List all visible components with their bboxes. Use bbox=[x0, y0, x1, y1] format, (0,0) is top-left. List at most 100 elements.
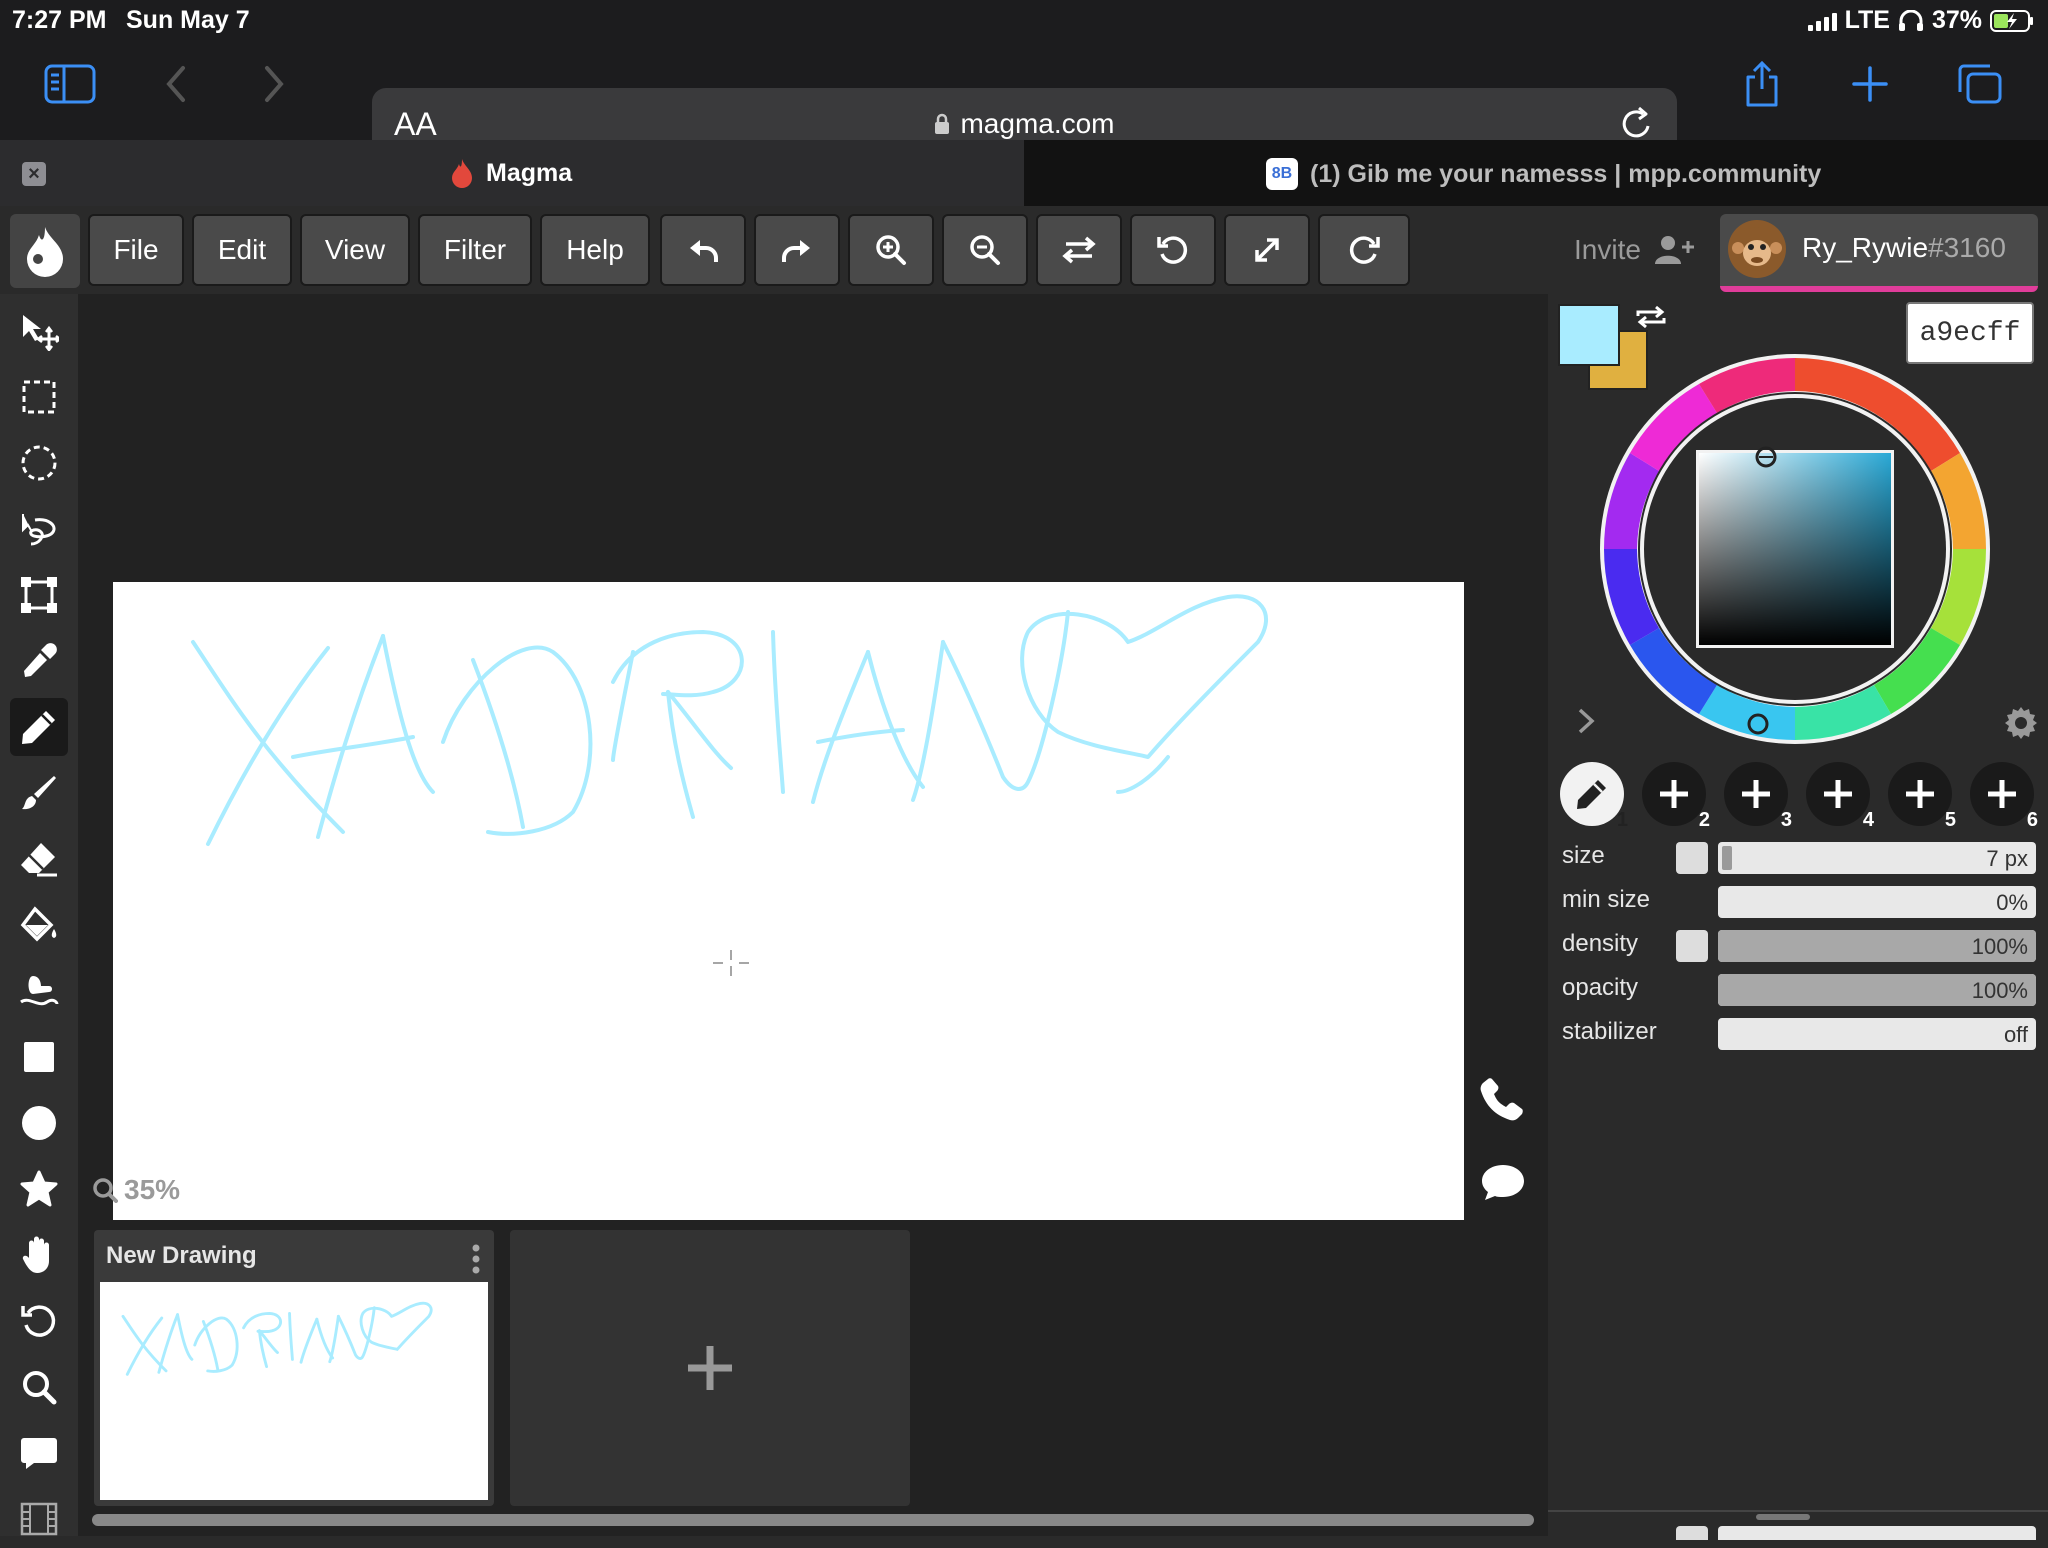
redo-icon bbox=[782, 240, 810, 262]
brush-prop-min-size: min size 0% bbox=[1548, 884, 2048, 920]
expand-panel-icon[interactable] bbox=[1574, 706, 1598, 736]
flip-button[interactable] bbox=[1036, 214, 1122, 286]
color-settings-icon[interactable] bbox=[2004, 706, 2038, 740]
zoom-in-button[interactable] bbox=[848, 214, 934, 286]
min-size-slider[interactable]: 0% bbox=[1718, 886, 2036, 918]
prop-value: off bbox=[2003, 1022, 2028, 1047]
brush-slot-3[interactable]: 3 bbox=[1724, 762, 1792, 831]
prop-label: density bbox=[1562, 930, 1639, 957]
brush-slot-number: 3 bbox=[1780, 809, 1792, 831]
document-card[interactable]: New Drawing bbox=[94, 1230, 494, 1506]
magma-logo-button[interactable] bbox=[10, 214, 80, 288]
tab-mpp-community[interactable]: 8B (1) Gib me your namesss | mpp.communi… bbox=[1024, 140, 2048, 206]
eraser-icon bbox=[21, 843, 57, 877]
ellipse-select-tool[interactable] bbox=[10, 434, 68, 492]
rect-select-tool[interactable] bbox=[10, 368, 68, 426]
stabilizer-slider[interactable]: off bbox=[1718, 1018, 2036, 1050]
eraser-tool[interactable] bbox=[10, 830, 68, 888]
smudge-tool[interactable] bbox=[10, 962, 68, 1020]
undo-button[interactable] bbox=[660, 214, 746, 286]
move-tool[interactable] bbox=[10, 302, 68, 360]
forward-icon[interactable] bbox=[244, 58, 304, 110]
rotate-right-button[interactable] bbox=[1318, 214, 1410, 286]
brush-slot-1[interactable]: 1 bbox=[1560, 762, 1628, 831]
brush-slot-4[interactable]: 4 bbox=[1806, 762, 1874, 831]
browser-toolbar: AA magma.com bbox=[0, 40, 2048, 160]
fullscreen-button[interactable] bbox=[1224, 214, 1310, 286]
density-slider[interactable]: 100% bbox=[1718, 930, 2036, 962]
brush-slot-5[interactable]: 5 bbox=[1888, 762, 1956, 831]
next-prop-slider[interactable] bbox=[1718, 1526, 2036, 1540]
view-menu-button[interactable]: View bbox=[300, 214, 410, 286]
tab-label: Magma bbox=[486, 158, 573, 187]
chat-button[interactable] bbox=[1480, 1162, 1526, 1202]
drawing-canvas[interactable] bbox=[113, 582, 1464, 1222]
paint-bucket-icon bbox=[20, 906, 57, 942]
swap-colors-icon[interactable] bbox=[1634, 304, 1668, 330]
film-icon bbox=[20, 1502, 58, 1536]
rectangle-tool[interactable] bbox=[10, 1028, 68, 1086]
lock-icon bbox=[935, 113, 950, 134]
transform-tool[interactable] bbox=[10, 566, 68, 624]
status-indicators: LTE 37% bbox=[1807, 6, 2034, 35]
tabs-overview-icon[interactable] bbox=[1950, 58, 2010, 110]
density-pressure-checkbox[interactable] bbox=[1676, 930, 1708, 962]
paint-bucket-tool[interactable] bbox=[10, 896, 68, 954]
lasso-tool[interactable] bbox=[10, 500, 68, 558]
plus-icon bbox=[688, 1346, 732, 1390]
comment-tool[interactable] bbox=[10, 1424, 68, 1482]
url-display[interactable]: magma.com bbox=[372, 108, 1677, 140]
username-text: Ry_Rywie bbox=[1802, 232, 1929, 263]
horizontal-scrollbar[interactable] bbox=[92, 1514, 1534, 1526]
zoom-out-button[interactable] bbox=[942, 214, 1028, 286]
shape-tool[interactable] bbox=[10, 1160, 68, 1218]
reload-icon[interactable] bbox=[1619, 104, 1655, 142]
brush-slot-2[interactable]: 2 bbox=[1642, 762, 1710, 831]
file-menu-button[interactable]: File bbox=[88, 214, 184, 286]
pencil-icon bbox=[1577, 780, 1606, 809]
color-wheel[interactable] bbox=[1600, 354, 1990, 744]
brush-tool[interactable] bbox=[10, 764, 68, 822]
status-bar: 7:27 PM Sun May 7 LTE 37% bbox=[0, 0, 2048, 40]
zoom-indicator[interactable]: 35% bbox=[92, 1174, 180, 1206]
size-pressure-checkbox[interactable] bbox=[1676, 842, 1708, 874]
sidebar-toggle-icon[interactable] bbox=[40, 58, 100, 110]
eyedropper-tool[interactable] bbox=[10, 632, 68, 690]
film-tool[interactable] bbox=[10, 1490, 68, 1548]
circle-tool[interactable] bbox=[10, 1094, 68, 1152]
thumbnail-strokes bbox=[121, 1301, 433, 1376]
hand-tool[interactable] bbox=[10, 1226, 68, 1284]
zoom-level: 35% bbox=[124, 1174, 181, 1205]
invite-button[interactable]: Invite bbox=[1574, 234, 1695, 266]
opacity-slider[interactable]: 100% bbox=[1718, 974, 2036, 1006]
magma-logo-icon bbox=[27, 227, 63, 277]
new-document-button[interactable] bbox=[510, 1230, 910, 1506]
close-tab-icon[interactable]: × bbox=[22, 162, 46, 186]
brush-slot-6[interactable]: 6 bbox=[1970, 762, 2038, 831]
document-menu-icon[interactable] bbox=[472, 1244, 480, 1274]
monkey-avatar-icon bbox=[1732, 227, 1782, 271]
rotate-left-button[interactable] bbox=[1130, 214, 1216, 286]
rotate-view-tool[interactable] bbox=[10, 1292, 68, 1350]
magnify-tool[interactable] bbox=[10, 1358, 68, 1416]
prop-value: 0% bbox=[1996, 890, 2028, 915]
user-profile-button[interactable]: Ry_Rywie#3160 bbox=[1720, 214, 2038, 292]
panel-resize-handle[interactable] bbox=[1756, 1514, 1810, 1520]
size-slider[interactable]: 7 px bbox=[1718, 842, 2036, 874]
pencil-tool[interactable] bbox=[10, 698, 68, 756]
panel-divider bbox=[1548, 1510, 2048, 1512]
next-prop-checkbox[interactable] bbox=[1676, 1526, 1708, 1540]
back-icon[interactable] bbox=[146, 58, 206, 110]
tab-magma[interactable]: × Magma bbox=[0, 140, 1024, 206]
battery-percent: 37% bbox=[1931, 6, 1982, 34]
voice-call-button[interactable] bbox=[1478, 1076, 1526, 1124]
new-tab-icon[interactable] bbox=[1840, 58, 1900, 110]
redo-button[interactable] bbox=[754, 214, 840, 286]
edit-menu-button[interactable]: Edit bbox=[192, 214, 292, 286]
help-menu-button[interactable]: Help bbox=[540, 214, 650, 286]
slider-knob[interactable] bbox=[1722, 846, 1732, 870]
zoom-in-icon bbox=[876, 235, 906, 265]
add-user-icon bbox=[1654, 236, 1694, 264]
share-icon[interactable] bbox=[1732, 58, 1792, 110]
filter-menu-button[interactable]: Filter bbox=[418, 214, 532, 286]
